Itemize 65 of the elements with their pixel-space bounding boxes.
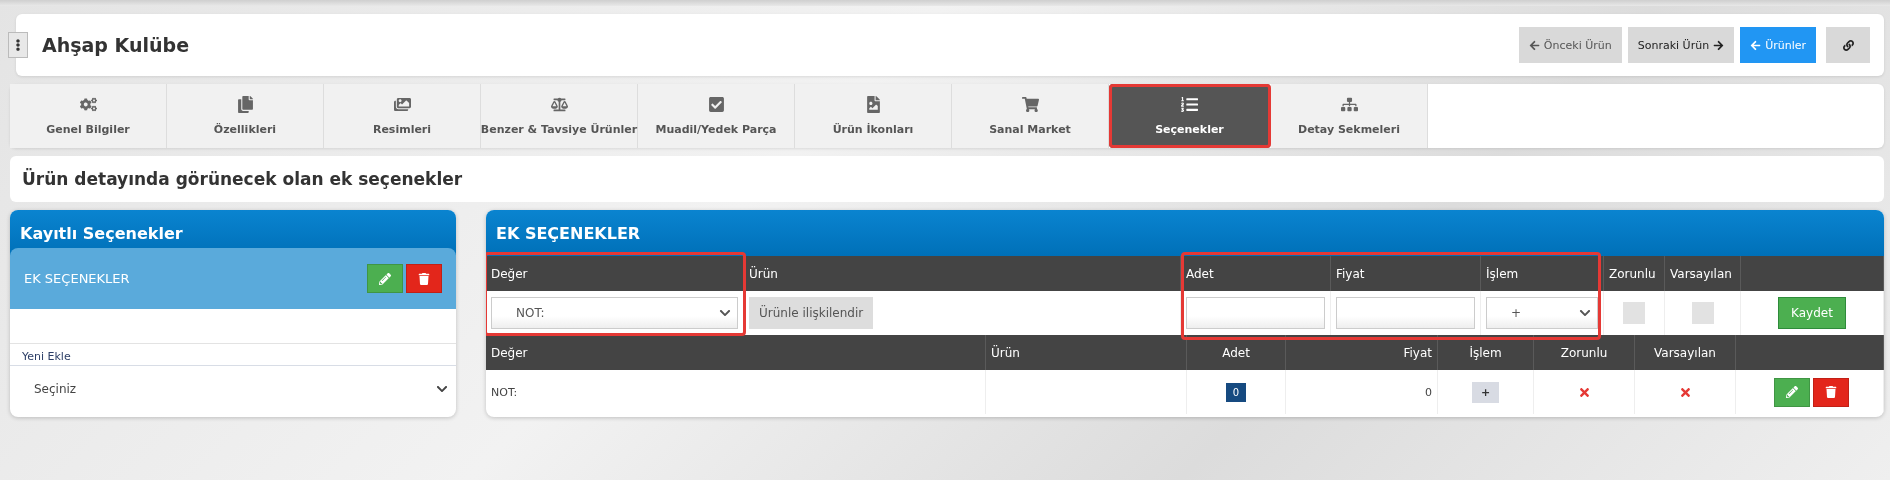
tab[interactable]: Muadil/Yedek Parça	[638, 84, 795, 148]
arrow-left-icon	[1750, 39, 1762, 51]
tab[interactable]: Ürün İkonları	[795, 84, 952, 148]
tab[interactable]: Sanal Market	[952, 84, 1109, 148]
link-button[interactable]	[1826, 27, 1870, 63]
images-icon	[393, 96, 411, 113]
cart-icon	[1021, 96, 1039, 113]
pencil-icon	[379, 272, 391, 285]
link-icon	[1842, 39, 1854, 51]
numbered-list-icon	[1181, 96, 1198, 113]
link-product-button[interactable]: Ürünle ilişkilendir	[749, 297, 874, 329]
table-cell: 0	[1425, 385, 1432, 399]
column-header: Fiyat	[1331, 256, 1481, 291]
option-select[interactable]: Seçiniz	[10, 366, 456, 412]
page-title: Ahşap Kulübe	[42, 34, 191, 56]
tab[interactable]: Seçenekler	[1109, 84, 1271, 148]
sitemap-icon	[1340, 96, 1358, 113]
value-select[interactable]: NOT:	[491, 297, 738, 329]
trash-icon	[1824, 386, 1837, 398]
column-header: Zorunlu	[1534, 335, 1635, 370]
column-header: İşlem	[1481, 256, 1604, 291]
arrow-left-icon	[1528, 39, 1540, 51]
table-cell: NOT:	[486, 370, 986, 414]
add-new-label: Yeni Ekle	[10, 343, 456, 366]
scales-icon	[550, 96, 568, 113]
required-checkbox[interactable]	[1623, 302, 1645, 324]
tab[interactable]: Benzer & Tavsiye Ürünler	[481, 84, 638, 148]
operation-select[interactable]: +	[1486, 297, 1598, 329]
arrow-right-icon	[1713, 39, 1725, 51]
checkbox-icon	[707, 96, 725, 113]
trash-icon	[418, 272, 430, 285]
column-header: Varsayılan	[1665, 256, 1741, 291]
delete-button[interactable]	[406, 264, 442, 293]
quantity-field[interactable]	[1186, 297, 1325, 329]
chevron-down-icon	[719, 307, 731, 319]
nav-button[interactable]: Önceki Ürün	[1518, 27, 1622, 63]
delete-button[interactable]	[1812, 377, 1849, 407]
edit-button[interactable]	[1773, 377, 1810, 407]
tab[interactable]: Genel Bilgiler	[10, 84, 167, 148]
quantity-badge: 0	[1225, 382, 1247, 402]
price-field[interactable]	[1336, 297, 1475, 329]
column-header: Ürün	[986, 335, 1187, 370]
menu-handle[interactable]	[8, 32, 28, 58]
chevron-down-icon	[436, 383, 448, 395]
tab[interactable]: Özellikleri	[167, 84, 324, 148]
column-header: Değer	[486, 256, 744, 291]
column-header: Değer	[486, 335, 986, 370]
pencil-icon	[1785, 386, 1798, 398]
option-name: EK SEÇENEKLER	[24, 271, 130, 286]
column-header: Varsayılan	[1635, 335, 1736, 370]
image-file-icon	[864, 96, 882, 113]
tab[interactable]: Resimleri	[324, 84, 481, 148]
column-header: Ürün	[744, 256, 1181, 291]
panel-title: EK SEÇENEKLER	[486, 210, 1884, 256]
section-title: Ürün detayında görünecek olan ek seçenekler	[10, 156, 1884, 202]
chevron-down-icon	[1579, 307, 1591, 319]
column-header: Adet	[1181, 256, 1331, 291]
column-header: Zorunlu	[1604, 256, 1665, 291]
gears-icon	[79, 96, 97, 113]
operation-badge: +	[1471, 381, 1500, 403]
tab[interactable]: Detay Sekmeleri	[1271, 84, 1428, 148]
nav-button[interactable]: Sonraki Ürün	[1627, 27, 1735, 63]
edit-button[interactable]	[367, 264, 403, 293]
documents-icon	[236, 96, 254, 113]
default-checkbox[interactable]	[1691, 302, 1714, 324]
